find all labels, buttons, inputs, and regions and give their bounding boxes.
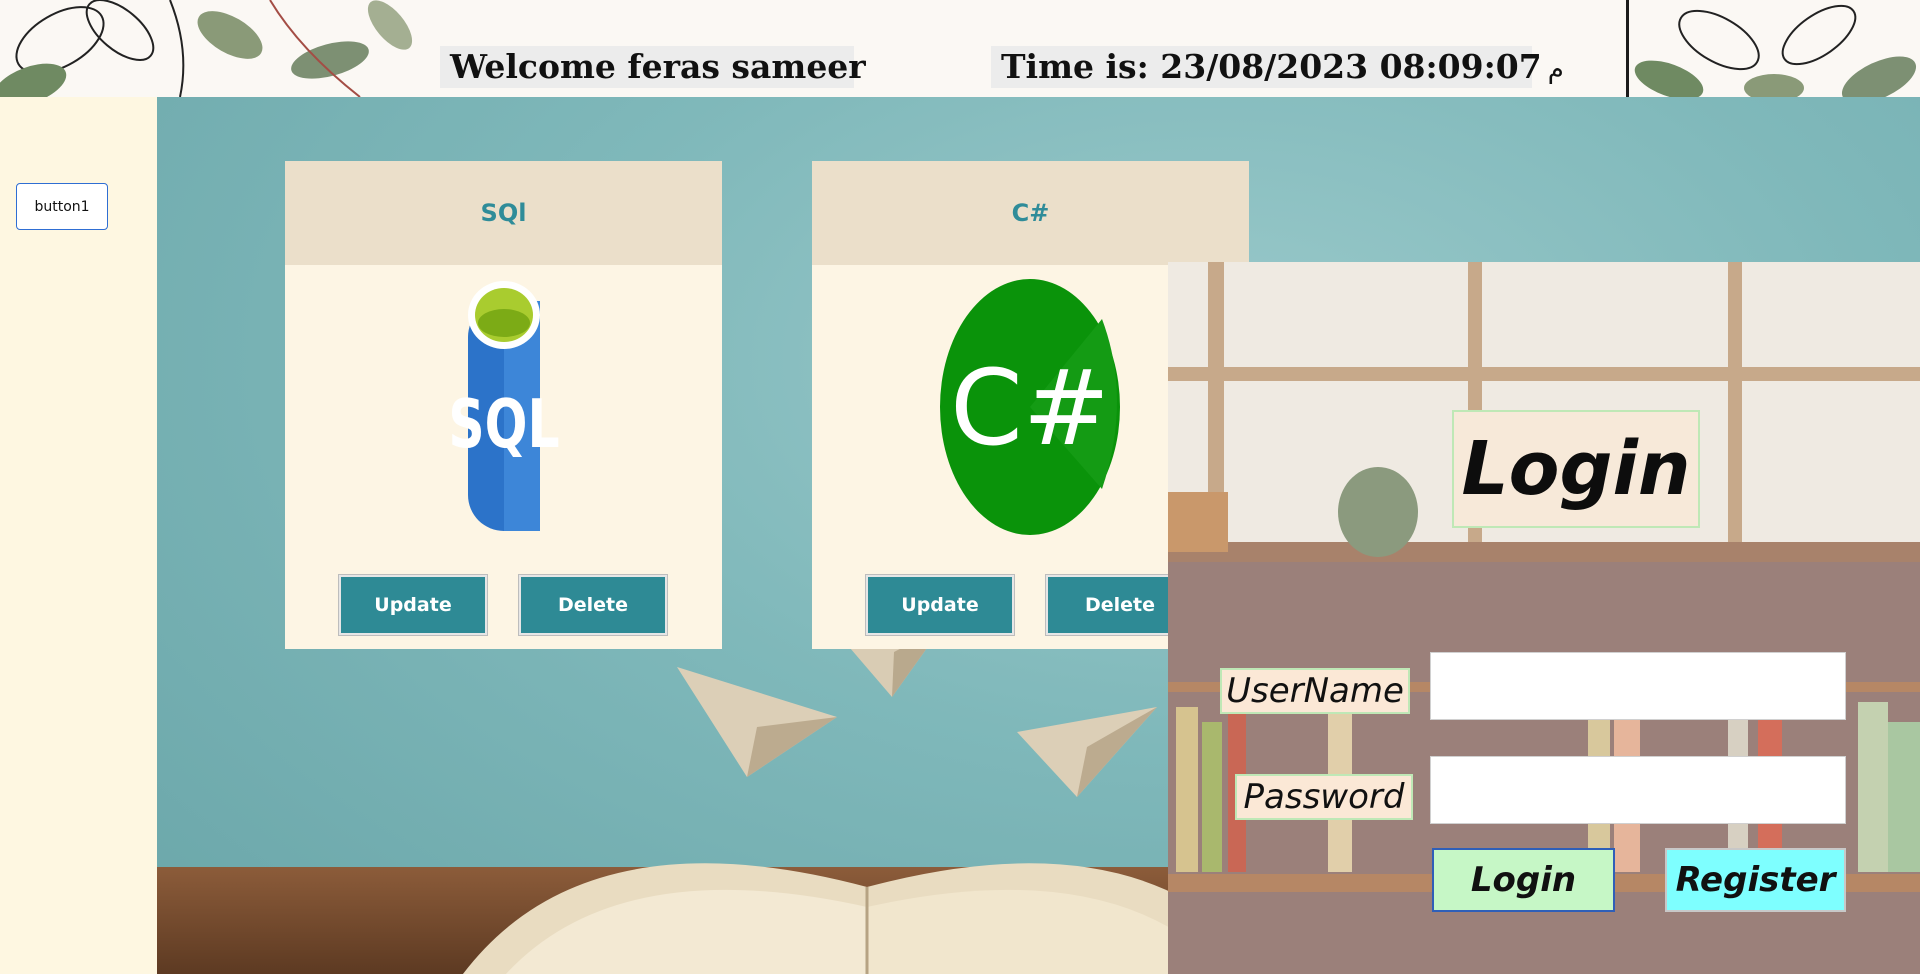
password-input[interactable] xyxy=(1430,756,1846,824)
csharp-update-button[interactable]: Update xyxy=(865,574,1015,636)
login-title: Login xyxy=(1452,410,1700,528)
leaf-decoration-left xyxy=(0,0,413,97)
login-button[interactable]: Login xyxy=(1432,848,1615,912)
csharp-logo-text: C# xyxy=(950,347,1110,469)
time-suffix: م xyxy=(1547,55,1564,85)
register-button[interactable]: Register xyxy=(1665,848,1846,912)
sql-update-button[interactable]: Update xyxy=(338,574,488,636)
time-text: Time is: 23/08/2023 08:09:07 xyxy=(1001,47,1542,86)
card-caption: SQl xyxy=(285,161,722,265)
password-label: Password xyxy=(1235,774,1413,820)
paper-plane-decoration xyxy=(677,667,837,777)
header-divider xyxy=(1626,0,1629,97)
card-caption: C# xyxy=(812,161,1249,265)
username-input[interactable] xyxy=(1430,652,1846,720)
leaf-decoration-right xyxy=(1634,4,1917,97)
button1[interactable]: button1 xyxy=(16,183,108,230)
sql-database-icon: SQL xyxy=(448,281,560,531)
sql-card: SQl SQL Update Delete xyxy=(285,161,722,649)
header-bar: Welcome feras sameer Time is: 23/08/2023… xyxy=(0,0,1920,97)
username-label: UserName xyxy=(1220,668,1410,714)
welcome-label: Welcome feras sameer xyxy=(440,46,866,88)
sql-logo-text: SQL xyxy=(448,385,559,463)
open-book-decoration xyxy=(463,863,1271,974)
time-label: Time is: 23/08/2023 08:09:07 م xyxy=(991,46,1564,88)
sql-delete-button[interactable]: Delete xyxy=(518,574,668,636)
sidebar: button1 xyxy=(0,97,157,974)
login-panel: Login UserName Password Login Register xyxy=(1168,262,1920,974)
